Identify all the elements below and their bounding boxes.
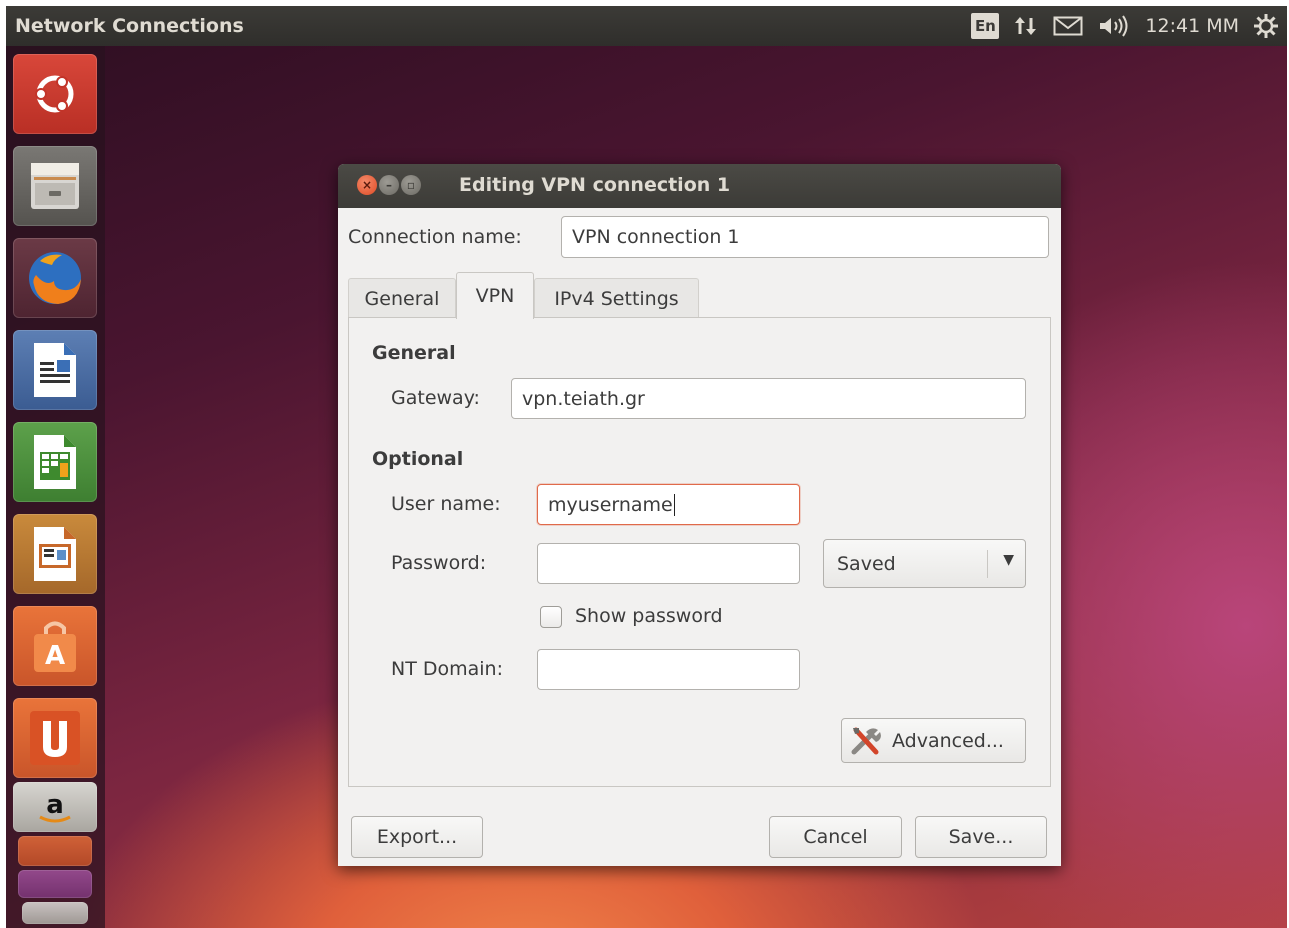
panel-app-title: Network Connections	[15, 15, 244, 37]
svg-text:a: a	[46, 790, 64, 820]
connection-name-value: VPN connection 1	[572, 226, 740, 248]
gateway-field[interactable]: vpn.teiath.gr	[511, 378, 1026, 419]
launcher-stack-item[interactable]	[18, 870, 92, 898]
maximize-icon[interactable]: ▫	[401, 175, 421, 195]
cancel-button[interactable]: Cancel	[769, 816, 902, 858]
password-storage-value: Saved	[837, 552, 896, 575]
show-password-label[interactable]: Show password	[575, 605, 723, 627]
gateway-value: vpn.teiath.gr	[522, 387, 645, 410]
launcher-stack-item[interactable]	[18, 836, 92, 866]
tab-general-label: General	[364, 287, 440, 310]
nt-domain-field[interactable]	[537, 649, 800, 690]
network-updown-icon[interactable]	[1013, 14, 1039, 38]
software-center-icon[interactable]: A	[13, 606, 97, 686]
clock-label[interactable]: 12:41 MM	[1145, 15, 1239, 37]
tools-icon	[850, 726, 884, 756]
connection-name-field[interactable]: VPN connection 1	[561, 216, 1049, 258]
password-field[interactable]	[537, 543, 800, 584]
cancel-button-label: Cancel	[803, 826, 868, 848]
advanced-button[interactable]: Advanced...	[841, 718, 1026, 763]
vpn-edit-dialog: × – ▫ Editing VPN connection 1 Connectio…	[338, 164, 1061, 866]
select-divider	[987, 550, 988, 578]
advanced-button-label: Advanced...	[892, 729, 1004, 752]
close-icon[interactable]: ×	[357, 175, 377, 195]
dialog-titlebar[interactable]: × – ▫ Editing VPN connection 1	[338, 164, 1061, 208]
writer-icon[interactable]	[13, 330, 97, 410]
show-password-checkbox[interactable]	[540, 606, 562, 628]
keyboard-language-indicator[interactable]: En	[971, 13, 1000, 39]
desktop: Network Connections En 12:41 MM A a × – …	[6, 6, 1287, 928]
volume-icon[interactable]	[1097, 14, 1131, 38]
username-value: myusername	[548, 493, 673, 516]
nt-domain-label: NT Domain:	[391, 658, 503, 680]
amazon-icon[interactable]: a	[13, 782, 97, 832]
top-panel: Network Connections En 12:41 MM	[6, 6, 1287, 46]
general-section-heading: General	[372, 342, 456, 364]
password-label: Password:	[391, 552, 487, 574]
tab-general[interactable]: General	[348, 278, 456, 318]
tab-ipv4-label: IPv4 Settings	[554, 287, 679, 310]
username-field[interactable]: myusername	[537, 484, 800, 525]
ubuntu-one-icon[interactable]	[13, 698, 97, 778]
impress-icon[interactable]	[13, 514, 97, 594]
save-button[interactable]: Save...	[915, 816, 1047, 858]
minimize-icon[interactable]: –	[379, 175, 399, 195]
tab-vpn-label: VPN	[475, 285, 515, 307]
password-storage-select[interactable]: Saved ▼	[823, 539, 1026, 588]
indicator-area: En 12:41 MM	[971, 6, 1279, 46]
mail-icon[interactable]	[1053, 15, 1083, 37]
save-button-label: Save...	[948, 826, 1014, 848]
tab-vpn[interactable]: VPN	[456, 272, 534, 319]
tab-ipv4-settings[interactable]: IPv4 Settings	[534, 278, 699, 318]
calc-icon[interactable]	[13, 422, 97, 502]
connection-name-label: Connection name:	[348, 226, 522, 248]
export-button-label: Export...	[376, 826, 458, 848]
dialog-title: Editing VPN connection 1	[459, 174, 731, 196]
svg-text:A: A	[45, 641, 65, 671]
launcher: A a	[6, 46, 105, 928]
launcher-stack-item[interactable]	[22, 902, 88, 924]
text-caret	[673, 493, 675, 516]
power-gear-icon[interactable]	[1253, 13, 1279, 39]
export-button[interactable]: Export...	[351, 816, 483, 858]
vpn-tab-panel: General Gateway: vpn.teiath.gr Optional …	[348, 317, 1051, 787]
gateway-label: Gateway:	[391, 387, 480, 409]
files-icon[interactable]	[13, 146, 97, 226]
ubuntu-dash-icon[interactable]	[13, 54, 97, 134]
chevron-down-icon: ▼	[1003, 552, 1014, 568]
username-label: User name:	[391, 493, 501, 515]
optional-section-heading: Optional	[372, 448, 464, 470]
firefox-icon[interactable]	[13, 238, 97, 318]
